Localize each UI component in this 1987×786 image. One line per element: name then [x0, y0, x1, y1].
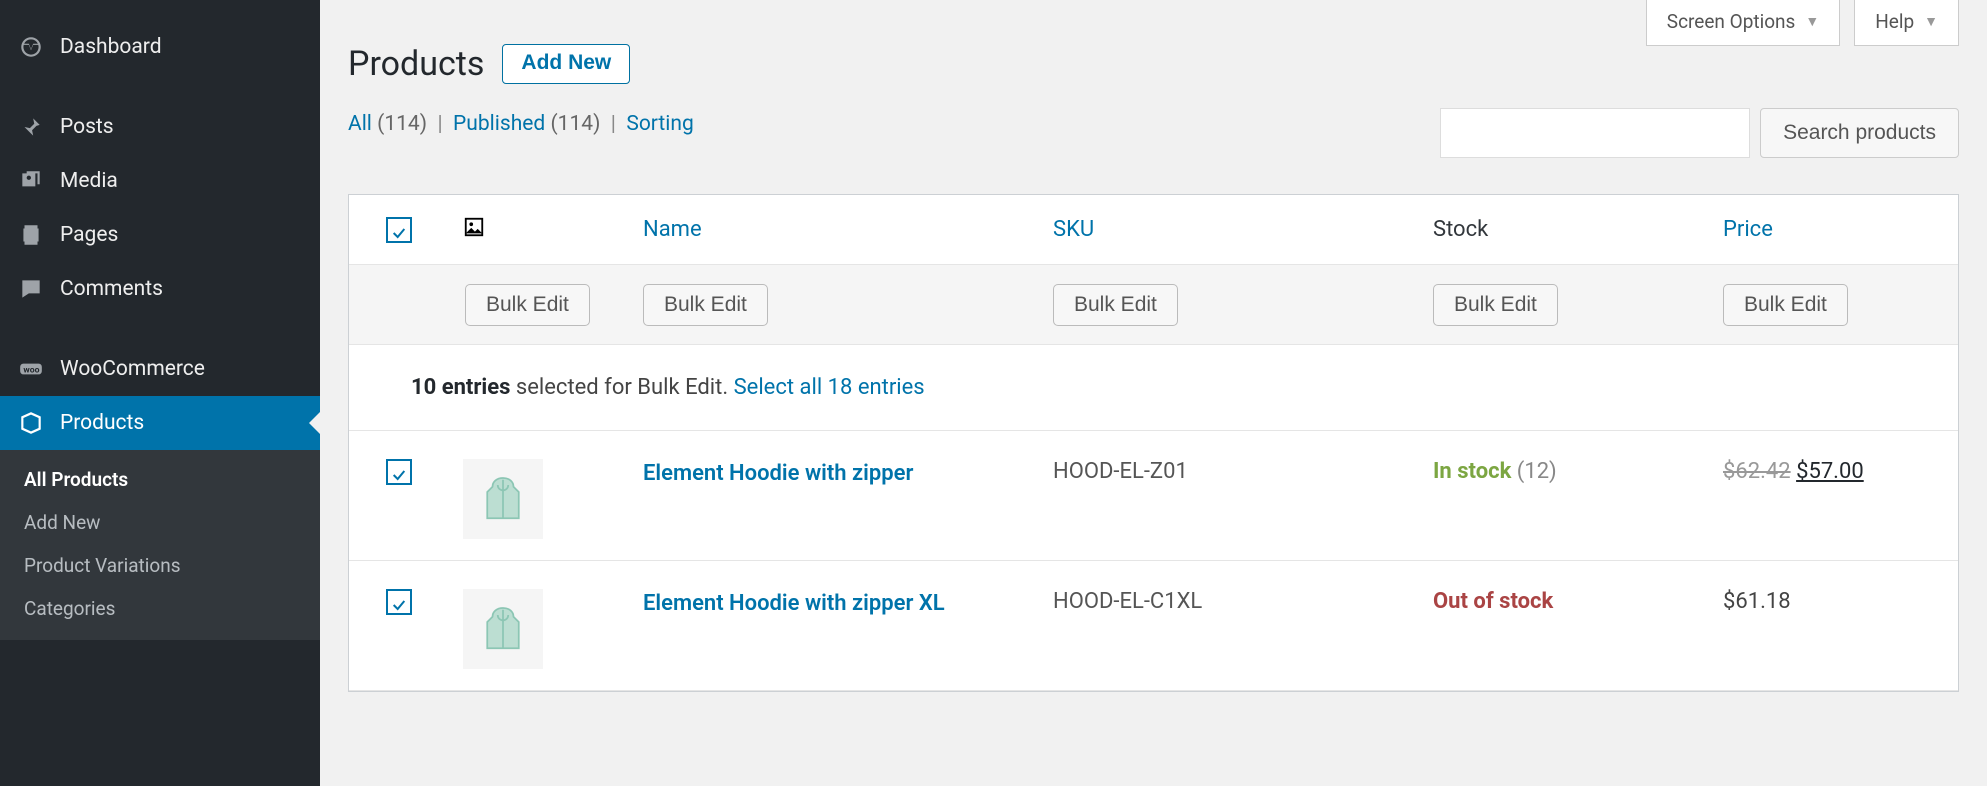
pin-icon — [18, 114, 44, 140]
product-thumbnail[interactable] — [463, 589, 543, 669]
submenu-item-categories[interactable]: Categories — [0, 587, 320, 630]
search-row: Search products — [1440, 108, 1959, 158]
column-stock: Stock — [1419, 201, 1709, 258]
column-name[interactable]: Name — [629, 201, 1039, 258]
sidebar-submenu: All Products Add New Product Variations … — [0, 450, 320, 640]
sidebar-item-label: Media — [60, 169, 118, 193]
filter-all-count: (114) — [377, 112, 427, 136]
dashboard-icon — [18, 34, 44, 60]
sidebar-item-pages[interactable]: Pages — [0, 208, 320, 262]
comment-icon — [18, 276, 44, 302]
submenu-item-product-variations[interactable]: Product Variations — [0, 544, 320, 587]
top-tabs: Screen Options ▼ Help ▼ — [1646, 0, 1959, 46]
column-thumbnail — [449, 200, 629, 260]
svg-text:woo: woo — [23, 365, 39, 375]
price: $61.18 — [1723, 589, 1791, 614]
sidebar-item-woocommerce[interactable]: woo WooCommerce — [0, 342, 320, 396]
sidebar-item-label: Dashboard — [60, 35, 162, 59]
column-sku[interactable]: SKU — [1039, 201, 1419, 258]
filter-published-count: (114) — [550, 112, 600, 136]
column-price[interactable]: Price — [1709, 201, 1958, 258]
select-all-link[interactable]: Select all 18 entries — [734, 375, 925, 400]
stock-status: Out of stock — [1433, 589, 1553, 614]
sidebar-item-products[interactable]: Products — [0, 396, 320, 450]
help-tab[interactable]: Help ▼ — [1854, 0, 1959, 46]
bulk-edit-button-price[interactable]: Bulk Edit — [1723, 284, 1848, 326]
main-content: Screen Options ▼ Help ▼ Products Add New… — [320, 0, 1987, 786]
product-stock: Out of stock — [1419, 561, 1709, 630]
admin-sidebar: Dashboard Posts Media Pages Comments woo… — [0, 0, 320, 786]
sidebar-item-label: Posts — [60, 115, 114, 139]
product-stock: In stock (12) — [1419, 431, 1709, 500]
sidebar-item-posts[interactable]: Posts — [0, 100, 320, 154]
search-button[interactable]: Search products — [1760, 108, 1959, 158]
pages-icon — [18, 222, 44, 248]
bulk-edit-button-name[interactable]: Bulk Edit — [643, 284, 768, 326]
product-name-link[interactable]: Element Hoodie with zipper XL — [629, 561, 1039, 635]
product-name-link[interactable]: Element Hoodie with zipper — [629, 431, 1039, 505]
add-new-button[interactable]: Add New — [502, 44, 630, 84]
woo-icon: woo — [18, 356, 44, 382]
product-price: $62.42 $57.00 — [1709, 431, 1958, 500]
price-old: $62.42 — [1723, 459, 1791, 484]
hoodie-icon — [475, 471, 531, 527]
product-price: $61.18 — [1709, 561, 1958, 630]
product-thumbnail[interactable] — [463, 459, 543, 539]
stock-status: In stock — [1433, 459, 1511, 484]
submenu-item-add-new[interactable]: Add New — [0, 501, 320, 544]
row-checkbox[interactable] — [386, 459, 412, 485]
sidebar-item-label: WooCommerce — [60, 357, 205, 381]
media-icon — [18, 168, 44, 194]
screen-options-tab[interactable]: Screen Options ▼ — [1646, 0, 1840, 46]
screen-options-label: Screen Options — [1667, 10, 1796, 33]
bulk-edit-button-thumb[interactable]: Bulk Edit — [465, 284, 590, 326]
chevron-down-icon: ▼ — [1924, 13, 1938, 30]
table-header: Name SKU Stock Price — [349, 195, 1958, 265]
filter-published[interactable]: Published — [453, 112, 545, 136]
help-label: Help — [1875, 10, 1914, 33]
product-sku: HOOD-EL-Z01 — [1039, 431, 1419, 500]
sidebar-item-label: Comments — [60, 277, 163, 301]
selection-status: 10 entries selected for Bulk Edit. Selec… — [349, 345, 1958, 431]
search-input[interactable] — [1440, 108, 1750, 158]
separator: | — [611, 112, 616, 136]
filter-all[interactable]: All — [348, 112, 372, 136]
selection-count: 10 entries — [411, 375, 510, 400]
sidebar-item-label: Products — [60, 411, 144, 435]
selection-rest: selected for Bulk Edit. — [510, 375, 733, 400]
image-icon — [463, 216, 485, 238]
stock-count: (12) — [1517, 459, 1557, 484]
row-checkbox[interactable] — [386, 589, 412, 615]
select-all-checkbox[interactable] — [386, 217, 412, 243]
filter-sorting[interactable]: Sorting — [626, 112, 693, 136]
price-new: $57.00 — [1796, 459, 1864, 484]
sidebar-item-dashboard[interactable]: Dashboard — [0, 20, 320, 74]
page-title: Products — [348, 44, 484, 84]
table-row: Element Hoodie with zipper XL HOOD-EL-C1… — [349, 561, 1958, 691]
bulk-edit-row: Bulk Edit Bulk Edit Bulk Edit Bulk Edit … — [349, 265, 1958, 345]
submenu-item-all-products[interactable]: All Products — [0, 458, 320, 501]
products-table: Name SKU Stock Price Bulk Edit Bulk Edit… — [348, 194, 1959, 692]
sidebar-item-label: Pages — [60, 223, 118, 247]
box-icon — [18, 410, 44, 436]
table-row: Element Hoodie with zipper HOOD-EL-Z01 I… — [349, 431, 1958, 561]
chevron-down-icon: ▼ — [1805, 13, 1819, 30]
hoodie-icon — [475, 601, 531, 657]
sidebar-item-media[interactable]: Media — [0, 154, 320, 208]
bulk-edit-button-sku[interactable]: Bulk Edit — [1053, 284, 1178, 326]
bulk-edit-button-stock[interactable]: Bulk Edit — [1433, 284, 1558, 326]
separator: | — [437, 112, 442, 136]
sidebar-item-comments[interactable]: Comments — [0, 262, 320, 316]
product-sku: HOOD-EL-C1XL — [1039, 561, 1419, 630]
